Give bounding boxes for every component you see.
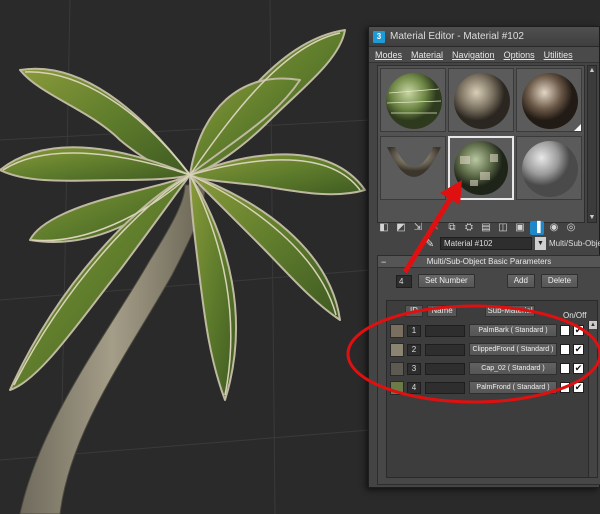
sub-material-thumb	[390, 381, 404, 395]
row-id[interactable]: 1	[407, 325, 421, 337]
row-id[interactable]: 3	[407, 363, 421, 375]
menu-navigation[interactable]: Navigation	[452, 50, 495, 60]
table-headers: ID Name Sub-Material On/Off	[387, 301, 599, 320]
enable-checkbox[interactable]: ✔	[573, 382, 584, 393]
on-off-header: On/Off	[563, 311, 587, 320]
color-swatch[interactable]	[560, 325, 570, 336]
chevron-down-icon[interactable]: ▼	[535, 236, 546, 250]
menu-modes[interactable]: Modes	[375, 50, 402, 60]
app-icon: 3	[373, 30, 385, 43]
row-name-field[interactable]	[425, 325, 465, 337]
sample-slot-3[interactable]	[516, 68, 582, 132]
sample-slot-2[interactable]	[448, 68, 514, 132]
sample-slot-6[interactable]	[516, 136, 582, 200]
set-number-button[interactable]: Set Number	[418, 274, 475, 288]
assign-icon[interactable]: ⇲	[411, 221, 425, 235]
name-header[interactable]: Name	[427, 305, 457, 317]
set-number-row: 4 Set Number Add Delete	[396, 273, 596, 289]
multi-sub-object-rollout: − Multi/Sub-Object Basic Parameters 4 Se…	[377, 255, 600, 485]
sub-material-button[interactable]: Cap_02 ( Standard )	[469, 362, 557, 375]
enable-checkbox[interactable]: ✔	[573, 325, 584, 336]
color-swatch[interactable]	[560, 382, 570, 393]
menu-utilities[interactable]: Utilities	[544, 50, 573, 60]
sub-material-thumb	[390, 324, 404, 338]
sample-slot-5-active[interactable]	[448, 136, 514, 200]
collapse-icon[interactable]: −	[381, 256, 386, 268]
menu-bar: Modes Material Navigation Options Utilit…	[369, 47, 599, 63]
scroll-up-icon[interactable]: ▲	[589, 321, 597, 329]
show-end-icon[interactable]: ▐	[530, 221, 544, 235]
material-editor-window[interactable]: 3 Material Editor - Material #102 Modes …	[368, 26, 600, 488]
title-bar[interactable]: 3 Material Editor - Material #102	[369, 27, 599, 47]
sub-material-header[interactable]: Sub-Material	[485, 305, 535, 317]
sub-material-button[interactable]: PalmBark ( Standard )	[469, 324, 557, 337]
go-parent-icon[interactable]: ◉	[547, 221, 561, 235]
row-id[interactable]: 4	[407, 382, 421, 394]
add-button[interactable]: Add	[506, 274, 535, 288]
sub-material-thumb	[390, 362, 404, 376]
enable-checkbox[interactable]: ✔	[573, 344, 584, 355]
sample-slot-4[interactable]	[380, 136, 446, 200]
row-name-field[interactable]	[425, 363, 465, 375]
copy-icon[interactable]: ⧉	[445, 221, 459, 235]
rollout-title: Multi/Sub-Object Basic Parameters	[426, 257, 552, 266]
unique-icon[interactable]: ⛭	[462, 221, 476, 235]
sub-material-table: ID Name Sub-Material On/Off 1 PalmBark (…	[386, 300, 598, 478]
delete-button[interactable]: Delete	[540, 274, 579, 288]
sub-material-button[interactable]: ClippedFrond ( Standard )	[469, 343, 557, 356]
put-library-icon[interactable]: ▤	[479, 221, 493, 235]
slots-vertical-scrollbar[interactable]: ▲ ▼	[587, 65, 597, 223]
color-swatch[interactable]	[560, 363, 570, 374]
sub-material-thumb	[390, 343, 404, 357]
sample-slot-1[interactable]	[380, 68, 446, 132]
rollout-header[interactable]: − Multi/Sub-Object Basic Parameters	[378, 256, 600, 268]
table-row: 3 Cap_02 ( Standard ) ✔	[387, 361, 599, 377]
show-map-icon[interactable]: ▣	[513, 221, 527, 235]
put-to-scene-icon[interactable]: ◩	[394, 221, 408, 235]
window-title: Material Editor - Material #102	[390, 31, 524, 42]
material-type-button[interactable]: Multi/Sub-Object	[549, 239, 600, 248]
sample-slots	[377, 65, 585, 223]
material-name-field[interactable]: Material #102	[440, 236, 532, 250]
table-row: 1 PalmBark ( Standard ) ✔	[387, 323, 599, 339]
table-row: 4 PalmFrond ( Standard ) ✔	[387, 380, 599, 396]
get-material-icon[interactable]: ◧	[377, 221, 391, 235]
table-row: 2 ClippedFrond ( Standard ) ✔	[387, 342, 599, 358]
sub-material-button[interactable]: PalmFrond ( Standard )	[469, 381, 557, 394]
number-of-materials-field[interactable]: 4	[396, 274, 412, 288]
menu-options[interactable]: Options	[504, 50, 535, 60]
slot-corner-marker	[574, 124, 581, 131]
material-name-row: ✎ Material #102 ▼ Multi/Sub-Object	[425, 236, 600, 250]
go-forward-icon[interactable]: ◎	[564, 221, 578, 235]
row-name-field[interactable]	[425, 344, 465, 356]
reset-icon[interactable]: ✕	[428, 221, 442, 235]
eyedropper-icon[interactable]: ✎	[425, 237, 437, 250]
menu-material[interactable]: Material	[411, 50, 443, 60]
scroll-up-icon[interactable]: ▲	[588, 66, 596, 75]
material-id-icon[interactable]: ◫	[496, 221, 510, 235]
color-swatch[interactable]	[560, 344, 570, 355]
enable-checkbox[interactable]: ✔	[573, 363, 584, 374]
row-id[interactable]: 2	[407, 344, 421, 356]
id-header[interactable]: ID	[405, 305, 423, 317]
row-name-field[interactable]	[425, 382, 465, 394]
table-scrollbar[interactable]: ▲	[588, 321, 597, 477]
